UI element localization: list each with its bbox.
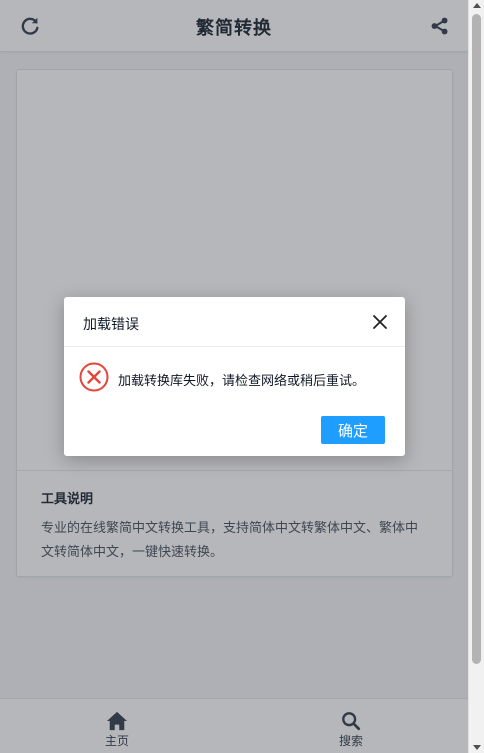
close-icon[interactable] [370,312,390,332]
app: 繁简转换 工具说明 专业的在线繁简中文转换工具，支持简体中文转繁体中文、繁体中文… [0,0,468,753]
dialog-title: 加载错误 [83,317,139,333]
scroll-up-arrow[interactable] [473,3,481,8]
dialog-header: 加载错误 [64,297,405,347]
scroll-down-arrow[interactable] [473,745,481,750]
dialog-message: 加载转换库失败，请检查网络或稍后重试。 [118,374,366,389]
confirm-button[interactable]: 确定 [321,416,385,444]
error-icon [79,362,109,392]
error-dialog: 加载错误 加载转换库失败，请检查网络或稍后重试。 确定 [64,297,405,456]
vertical-scrollbar[interactable] [468,0,484,753]
scroll-thumb[interactable] [472,14,481,664]
